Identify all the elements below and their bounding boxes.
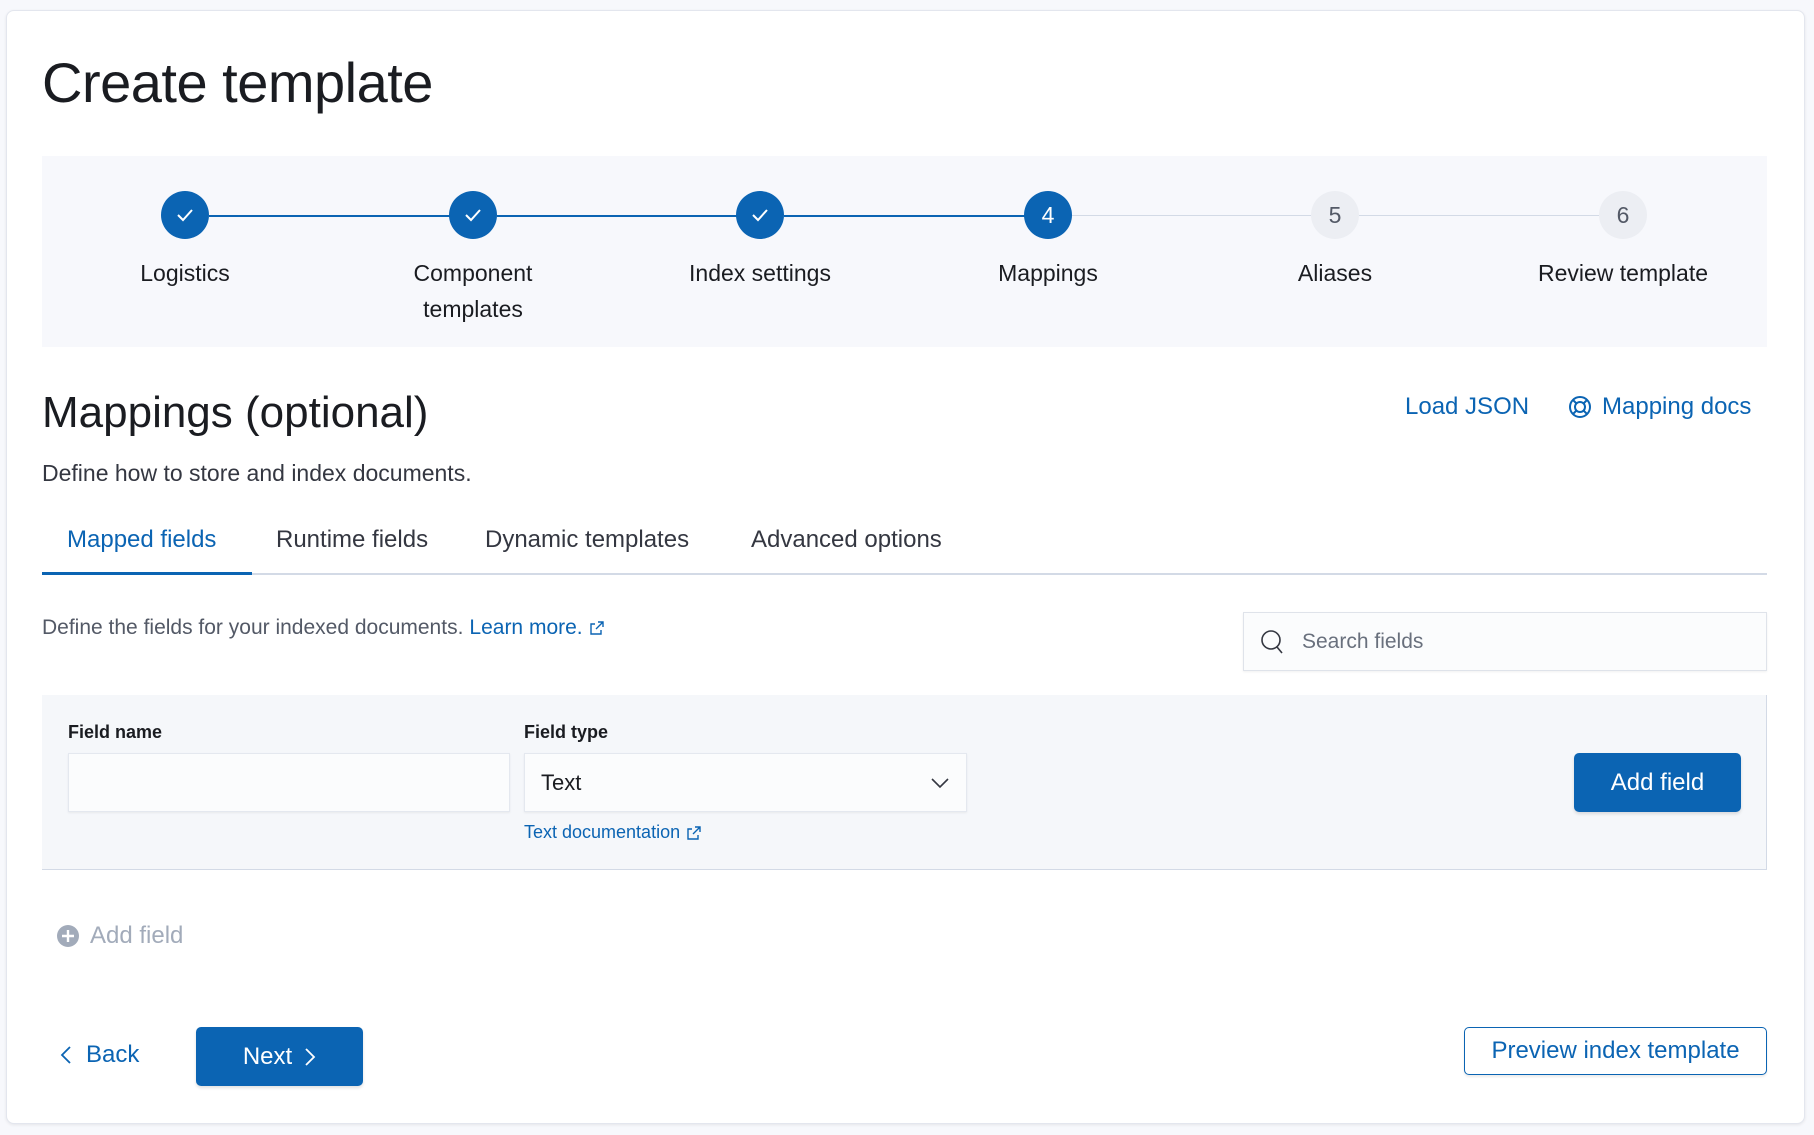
text-documentation-link[interactable]: Text documentation (524, 822, 702, 843)
plus-circle-icon (57, 925, 79, 947)
field-name-input[interactable] (68, 753, 510, 812)
field-type-label: Field type (524, 722, 609, 742)
tab-advanced-options[interactable]: Advanced options (751, 526, 942, 554)
step-4-current[interactable]: 4 (1024, 191, 1072, 239)
tab-mapped-fields[interactable]: Mapped fields (67, 526, 216, 554)
step-label[interactable]: Review template (1503, 255, 1743, 291)
step-label[interactable]: Logistics (65, 255, 305, 291)
section-title: Mappings (optional) (42, 388, 429, 437)
active-tab-indicator (42, 572, 252, 575)
preview-index-template-button[interactable]: Preview index template (1464, 1027, 1767, 1075)
step-number: 6 (1616, 201, 1630, 228)
step-6[interactable]: 6 (1599, 191, 1647, 239)
field-type-select[interactable]: Text (524, 753, 967, 812)
step-2-complete[interactable] (449, 191, 497, 239)
step-label[interactable]: Component templates (383, 255, 563, 327)
search-fields-input[interactable] (1302, 629, 1742, 654)
step-connector (1072, 215, 1335, 216)
tab-runtime-fields[interactable]: Runtime fields (276, 526, 428, 554)
page-title: Create template (42, 51, 433, 114)
back-label: Back (86, 1041, 140, 1068)
external-link-icon (589, 621, 604, 635)
step-label[interactable]: Mappings (928, 255, 1168, 291)
step-connector (1359, 215, 1623, 216)
field-name-label: Field name (68, 722, 163, 742)
step-3-complete[interactable] (736, 191, 784, 239)
step-label[interactable]: Index settings (640, 255, 880, 291)
check-icon (177, 209, 193, 222)
step-label[interactable]: Aliases (1215, 255, 1455, 291)
load-json-link[interactable]: Load JSON (1405, 393, 1529, 421)
search-icon (1261, 629, 1283, 654)
chevron-left-icon (60, 1046, 71, 1064)
stepper (42, 156, 1767, 347)
next-label: Next (242, 1042, 293, 1070)
step-number: 5 (1328, 201, 1342, 228)
tab-dynamic-templates[interactable]: Dynamic templates (485, 526, 689, 554)
section-subtitle: Define how to store and index documents. (42, 460, 472, 486)
add-field-button[interactable]: Add field (1574, 753, 1741, 812)
check-icon (465, 209, 481, 222)
text-documentation-label: Text documentation (524, 822, 681, 842)
step-5[interactable]: 5 (1311, 191, 1359, 239)
mapping-docs-link[interactable]: Mapping docs (1568, 393, 1751, 421)
field-type-value: Text (541, 769, 582, 795)
step-1-complete[interactable] (161, 191, 209, 239)
mapped-fields-description: Define the fields for your indexed docum… (42, 616, 605, 640)
add-field-disabled-button: Add field (56, 922, 183, 950)
add-field-disabled-label: Add field (90, 922, 184, 949)
help-lifebuoy-icon (1569, 396, 1591, 418)
learn-more-link[interactable]: Learn more. (469, 616, 582, 640)
step-connector (497, 215, 760, 217)
step-connector (784, 215, 1048, 217)
mapping-docs-label: Mapping docs (1602, 393, 1752, 420)
external-link-icon (687, 825, 701, 840)
search-fields-box[interactable] (1243, 612, 1767, 671)
back-button[interactable]: Back (60, 1041, 139, 1069)
check-icon (752, 209, 768, 222)
step-number: 4 (1041, 201, 1055, 228)
tabs: Mapped fields Runtime fields Dynamic tem… (42, 520, 1767, 575)
chevron-right-icon (305, 1047, 316, 1066)
chevron-down-icon (931, 777, 949, 788)
next-button[interactable]: Next (196, 1027, 363, 1086)
description-text: Define the fields for your indexed docum… (42, 616, 464, 639)
step-connector (209, 215, 473, 217)
